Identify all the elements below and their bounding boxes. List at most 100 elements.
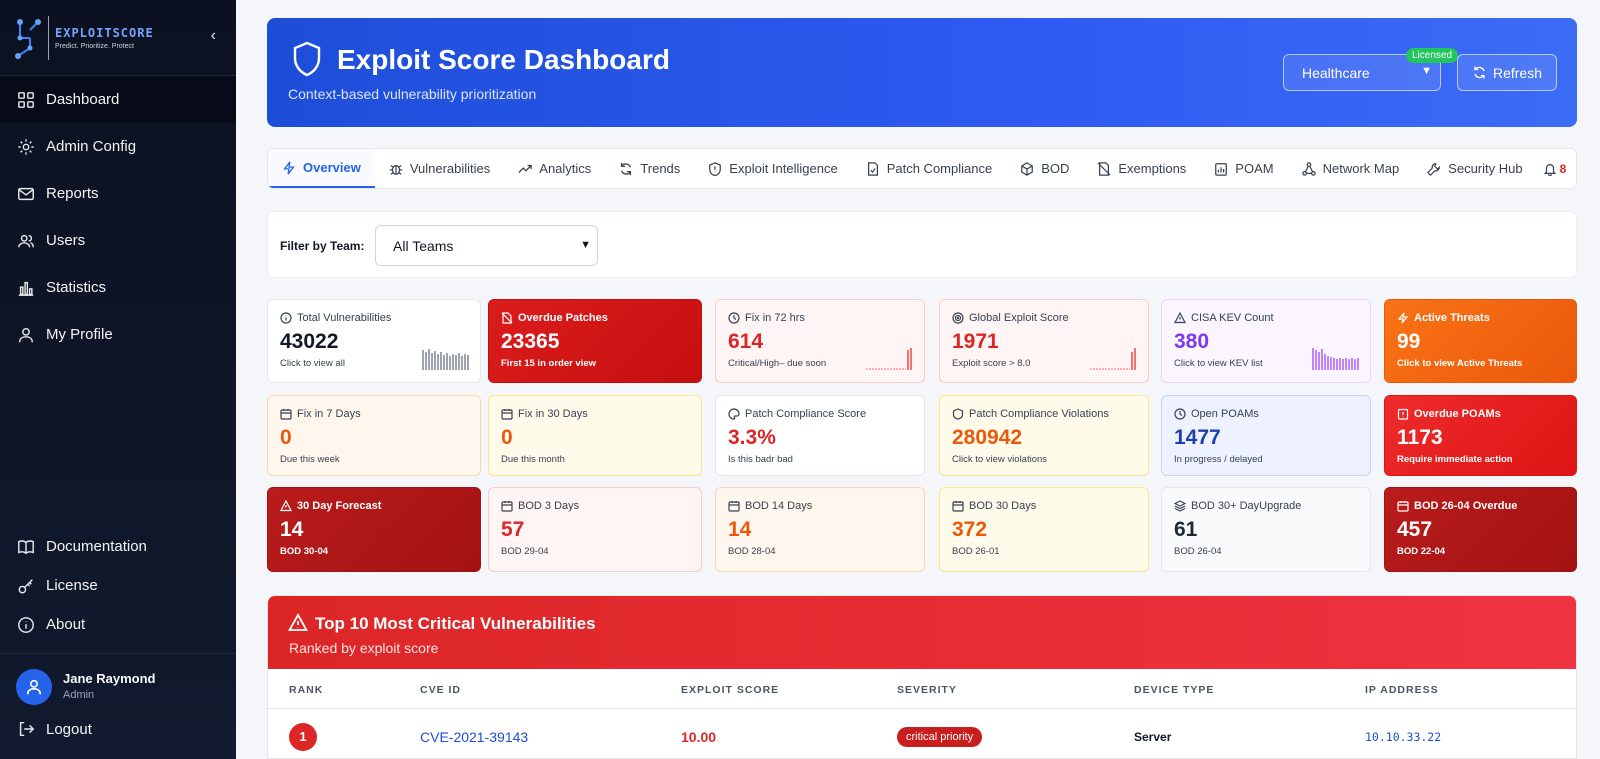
bug-icon [389,164,402,175]
card-30-day-forecast[interactable]: 30 Day Forecast 14 BOD 30-04 [267,487,481,572]
sidebar-item-license[interactable]: License [0,566,236,605]
tab-trends[interactable]: Trends [605,149,694,188]
tab-patch-compliance[interactable]: Patch Compliance [852,149,1007,188]
tab-bod[interactable]: BOD [1006,149,1083,188]
file-check-icon [867,161,878,176]
tab-label: Analytics [539,161,592,176]
tab-analytics[interactable]: Analytics [504,149,605,188]
card-bod-14-days[interactable]: BOD 14 Days 14 BOD 28-04 [715,487,925,572]
column-header[interactable]: SEVERITY [897,684,957,696]
sidebar-item-users[interactable]: Users [0,217,236,264]
rank-badge: 1 [289,722,317,751]
sidebar-item-dashboard[interactable]: Dashboard [0,76,236,123]
dashboard-header: Exploit Score Dashboard Context-based vu… [267,18,1577,127]
card-title: Active Threats [1414,312,1490,324]
card-subtitle: Require immediate action [1397,454,1513,465]
card-total-vulnerabilities[interactable]: Total Vulnerabilities 43022 Click to vie… [267,299,481,383]
target-icon [952,312,964,324]
main-content: Exploit Score Dashboard Context-based vu… [236,0,1600,759]
key-icon [18,578,33,593]
severity-badge: critical priority [897,726,983,747]
sidebar-item-admin-config[interactable]: Admin Config [0,123,236,170]
notifications-button[interactable]: 8 [1537,149,1573,188]
table-row[interactable]: 1 CVE-2021-39143 10.00 critical priority… [268,709,1576,758]
sidebar-item-reports[interactable]: Reports [0,170,236,217]
card-subtitle: BOD 26-04 [1174,546,1222,557]
zap-icon [1397,312,1409,324]
sparkline-bars-purple [1312,348,1359,370]
tab-exploit-intelligence[interactable]: Exploit Intelligence [694,149,851,188]
card-patch-compliance-score[interactable]: Patch Compliance Score 3.3% Is this badr… [715,395,925,476]
page-subtitle: Context-based vulnerability prioritizati… [288,86,537,102]
user-icon [26,679,42,695]
cve-link[interactable]: CVE-2021-39143 [420,729,528,745]
logout-button[interactable]: Logout [17,720,92,738]
sidebar: EXPLOITSCORE Predict. Prioritize. Protec… [0,0,236,759]
card-value: 614 [728,330,764,353]
card-bod-30-plus-day-upgrade[interactable]: BOD 30+ DayUpgrade 61 BOD 26-04 [1161,487,1371,572]
sidebar-item-my-profile[interactable]: My Profile [0,311,236,358]
card-value: 0 [280,426,292,449]
warning-icon [1174,312,1186,324]
column-header[interactable]: EXPLOIT SCORE [681,684,779,696]
sidebar-item-statistics[interactable]: Statistics [0,264,236,311]
card-subtitle: Click to view KEV list [1174,358,1263,369]
tab-poam[interactable]: POAM [1200,149,1287,188]
avatar[interactable] [16,669,52,705]
sparkline-red [866,348,912,370]
tab-vulnerabilities[interactable]: Vulnerabilities [375,149,504,188]
calendar-icon [952,501,964,512]
card-bod-overdue[interactable]: BOD 26-04 Overdue 457 BOD 22-04 [1384,487,1577,572]
card-value: 457 [1397,518,1433,541]
card-subtitle: Click to view Active Threats [1397,358,1523,369]
collapse-sidebar-icon[interactable]: ‹ [211,27,216,45]
ip-address-link[interactable]: 10.10.33.22 [1365,730,1441,744]
tab-label: Patch Compliance [886,161,993,176]
chevron-down-icon: ▼ [580,239,591,251]
tab-label: Vulnerabilities [409,161,491,176]
card-title: Global Exploit Score [969,312,1069,324]
calendar-icon [728,501,740,512]
card-bod-30-days[interactable]: BOD 30 Days 372 BOD 26-01 [939,487,1149,572]
column-header[interactable]: CVE ID [420,684,461,696]
card-overdue-poams[interactable]: Overdue POAMs 1173 Require immediate act… [1384,395,1577,476]
card-title: Patch Compliance Violations [969,408,1109,420]
tab-bar: Overview Vulnerabilities Analytics Trend… [267,148,1577,189]
card-subtitle: Click to view all [280,358,345,369]
card-value: 1971 [952,330,999,353]
book-icon [18,539,34,554]
calendar-icon [501,501,513,512]
card-active-threats[interactable]: Active Threats 99 Click to view Active T… [1384,299,1577,383]
column-header[interactable]: RANK [289,684,323,696]
brand-logo[interactable]: EXPLOITSCORE Predict. Prioritize. Protec… [0,0,236,76]
card-open-poams[interactable]: Open POAMs 1477 In progress / delayed [1161,395,1371,476]
column-header[interactable]: IP ADDRESS [1365,684,1439,696]
sidebar-item-documentation[interactable]: Documentation [0,527,236,566]
chevron-down-icon: ▼ [1421,65,1432,77]
tab-security-hub[interactable]: Security Hub [1413,149,1536,188]
card-subtitle: Due this month [501,454,565,465]
network-icon [1301,161,1316,176]
shield-icon [952,408,964,420]
card-global-exploit-score[interactable]: Global Exploit Score 1971 Exploit score … [939,299,1149,383]
tab-exemptions[interactable]: Exemptions [1083,149,1200,188]
refresh-icon [1474,66,1485,79]
tab-network-map[interactable]: Network Map [1288,149,1414,188]
card-fix-30-days[interactable]: Fix in 30 Days 0 Due this month [488,395,702,476]
card-cisa-kev-count[interactable]: CISA KEV Count 380 Click to view KEV lis… [1161,299,1371,383]
top-ten-header: Top 10 Most Critical Vulnerabilities Ran… [268,596,1576,669]
file-off-icon [1097,161,1111,176]
card-fix-72-hrs[interactable]: Fix in 72 hrs 614 Critical/High– due soo… [715,299,925,383]
column-header[interactable]: DEVICE TYPE [1134,684,1214,696]
card-value: 0 [501,426,513,449]
team-select-value: All Teams [393,237,454,254]
tab-overview[interactable]: Overview [268,149,375,188]
team-select[interactable]: All Teams ▼ [375,225,598,266]
info-icon [280,312,292,324]
card-bod-3-days[interactable]: BOD 3 Days 57 BOD 29-04 [488,487,702,572]
card-overdue-patches[interactable]: Overdue Patches 23365 First 15 in order … [488,299,702,383]
sidebar-item-about[interactable]: About [0,605,236,644]
card-patch-compliance-violations[interactable]: Patch Compliance Violations 280942 Click… [939,395,1149,476]
card-fix-7-days[interactable]: Fix in 7 Days 0 Due this week [267,395,481,476]
refresh-button[interactable]: Refresh [1457,54,1557,91]
